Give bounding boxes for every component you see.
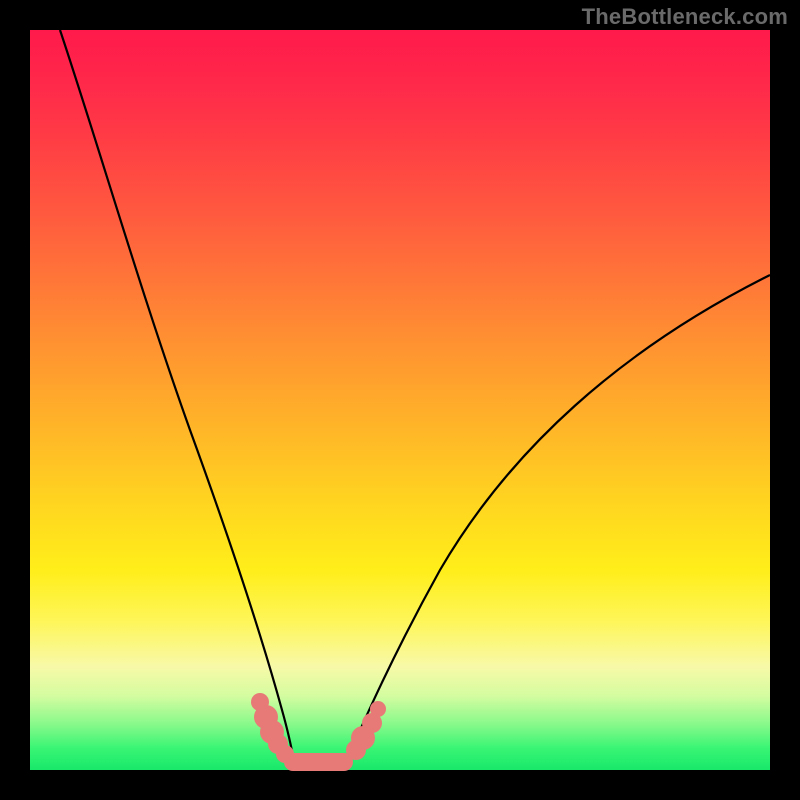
watermark-text: TheBottleneck.com <box>582 4 788 30</box>
curve-right-branch <box>346 275 770 762</box>
chart-frame: TheBottleneck.com <box>0 0 800 800</box>
curve-left-branch <box>60 30 294 762</box>
marker-group <box>251 693 386 763</box>
marker-dot <box>370 701 386 717</box>
curve-layer <box>30 30 770 770</box>
plot-area <box>30 30 770 770</box>
